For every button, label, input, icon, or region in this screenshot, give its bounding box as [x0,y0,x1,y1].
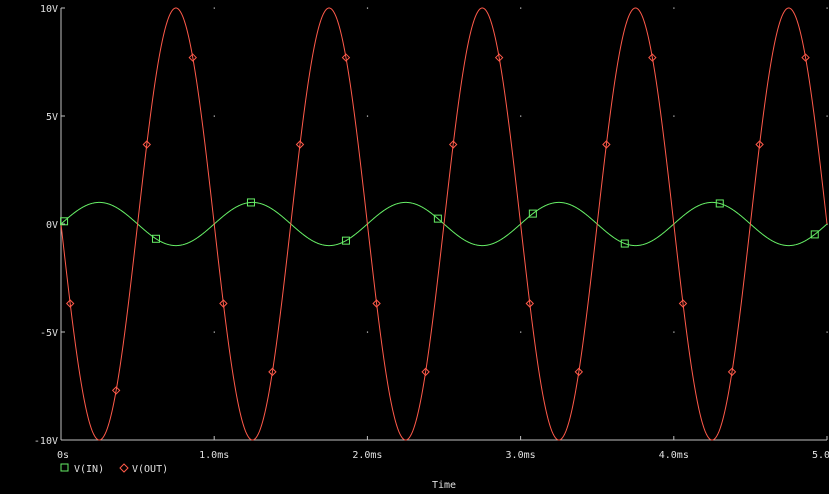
y-tick-label: -10V [34,436,58,447]
legend: V(IN) V(OUT) [60,463,168,475]
x-tick-label: 1.0ms [199,450,229,461]
legend-item-vin[interactable]: V(IN) [60,463,104,475]
grid-dot [826,7,828,9]
grid-dot [673,331,675,333]
marker-layer [60,53,819,395]
y-tick-label: 0V [46,220,58,231]
x-tick-label: 5.0ms [812,450,829,461]
grid-dot [520,331,522,333]
y-tick-label: -5V [40,328,58,339]
waveform-chart: 0s 1.0ms 2.0ms 3.0ms 4.0ms 5.0ms 10V 5V 0V -5V -10… [34,4,829,491]
grid-dot [213,7,215,9]
series-layer [60,7,828,441]
grid-layer [213,7,828,333]
grid-dot [366,7,369,9]
grid-dot [520,115,522,117]
series-line-vout [60,7,828,441]
legend-label-vout: V(OUT) [132,464,168,475]
grid-dot [673,7,675,9]
legend-square-marker [60,463,69,472]
x-tick-label: 0s [57,450,69,461]
x-tick-label: 2.0ms [352,450,382,461]
grid-dot [673,115,675,117]
x-axis-label: Time [432,480,456,490]
grid-dot [520,7,522,9]
legend-item-vout[interactable]: V(OUT) [119,463,168,475]
grid-dot [826,115,828,117]
x-tick-label: 3.0ms [506,450,536,461]
x-tick-label: 4.0ms [659,450,689,461]
label-layer: 0s 1.0ms 2.0ms 3.0ms 4.0ms 5.0ms 10V 5V 0V -5V -10… [34,4,829,461]
y-tick-label: 10V [40,4,58,15]
y-tick-label: 5V [46,112,58,123]
legend-diamond-marker [119,463,129,473]
grid-dot [213,115,215,117]
grid-dot [366,115,369,117]
grid-dot [366,331,369,333]
legend-label-vin: V(IN) [74,464,104,475]
grid-dot [826,331,828,333]
plot-window: 0s 1.0ms 2.0ms 3.0ms 4.0ms 5.0ms 10V 5V 0V -5V -10… [0,0,829,491]
grid-dot [213,331,215,333]
